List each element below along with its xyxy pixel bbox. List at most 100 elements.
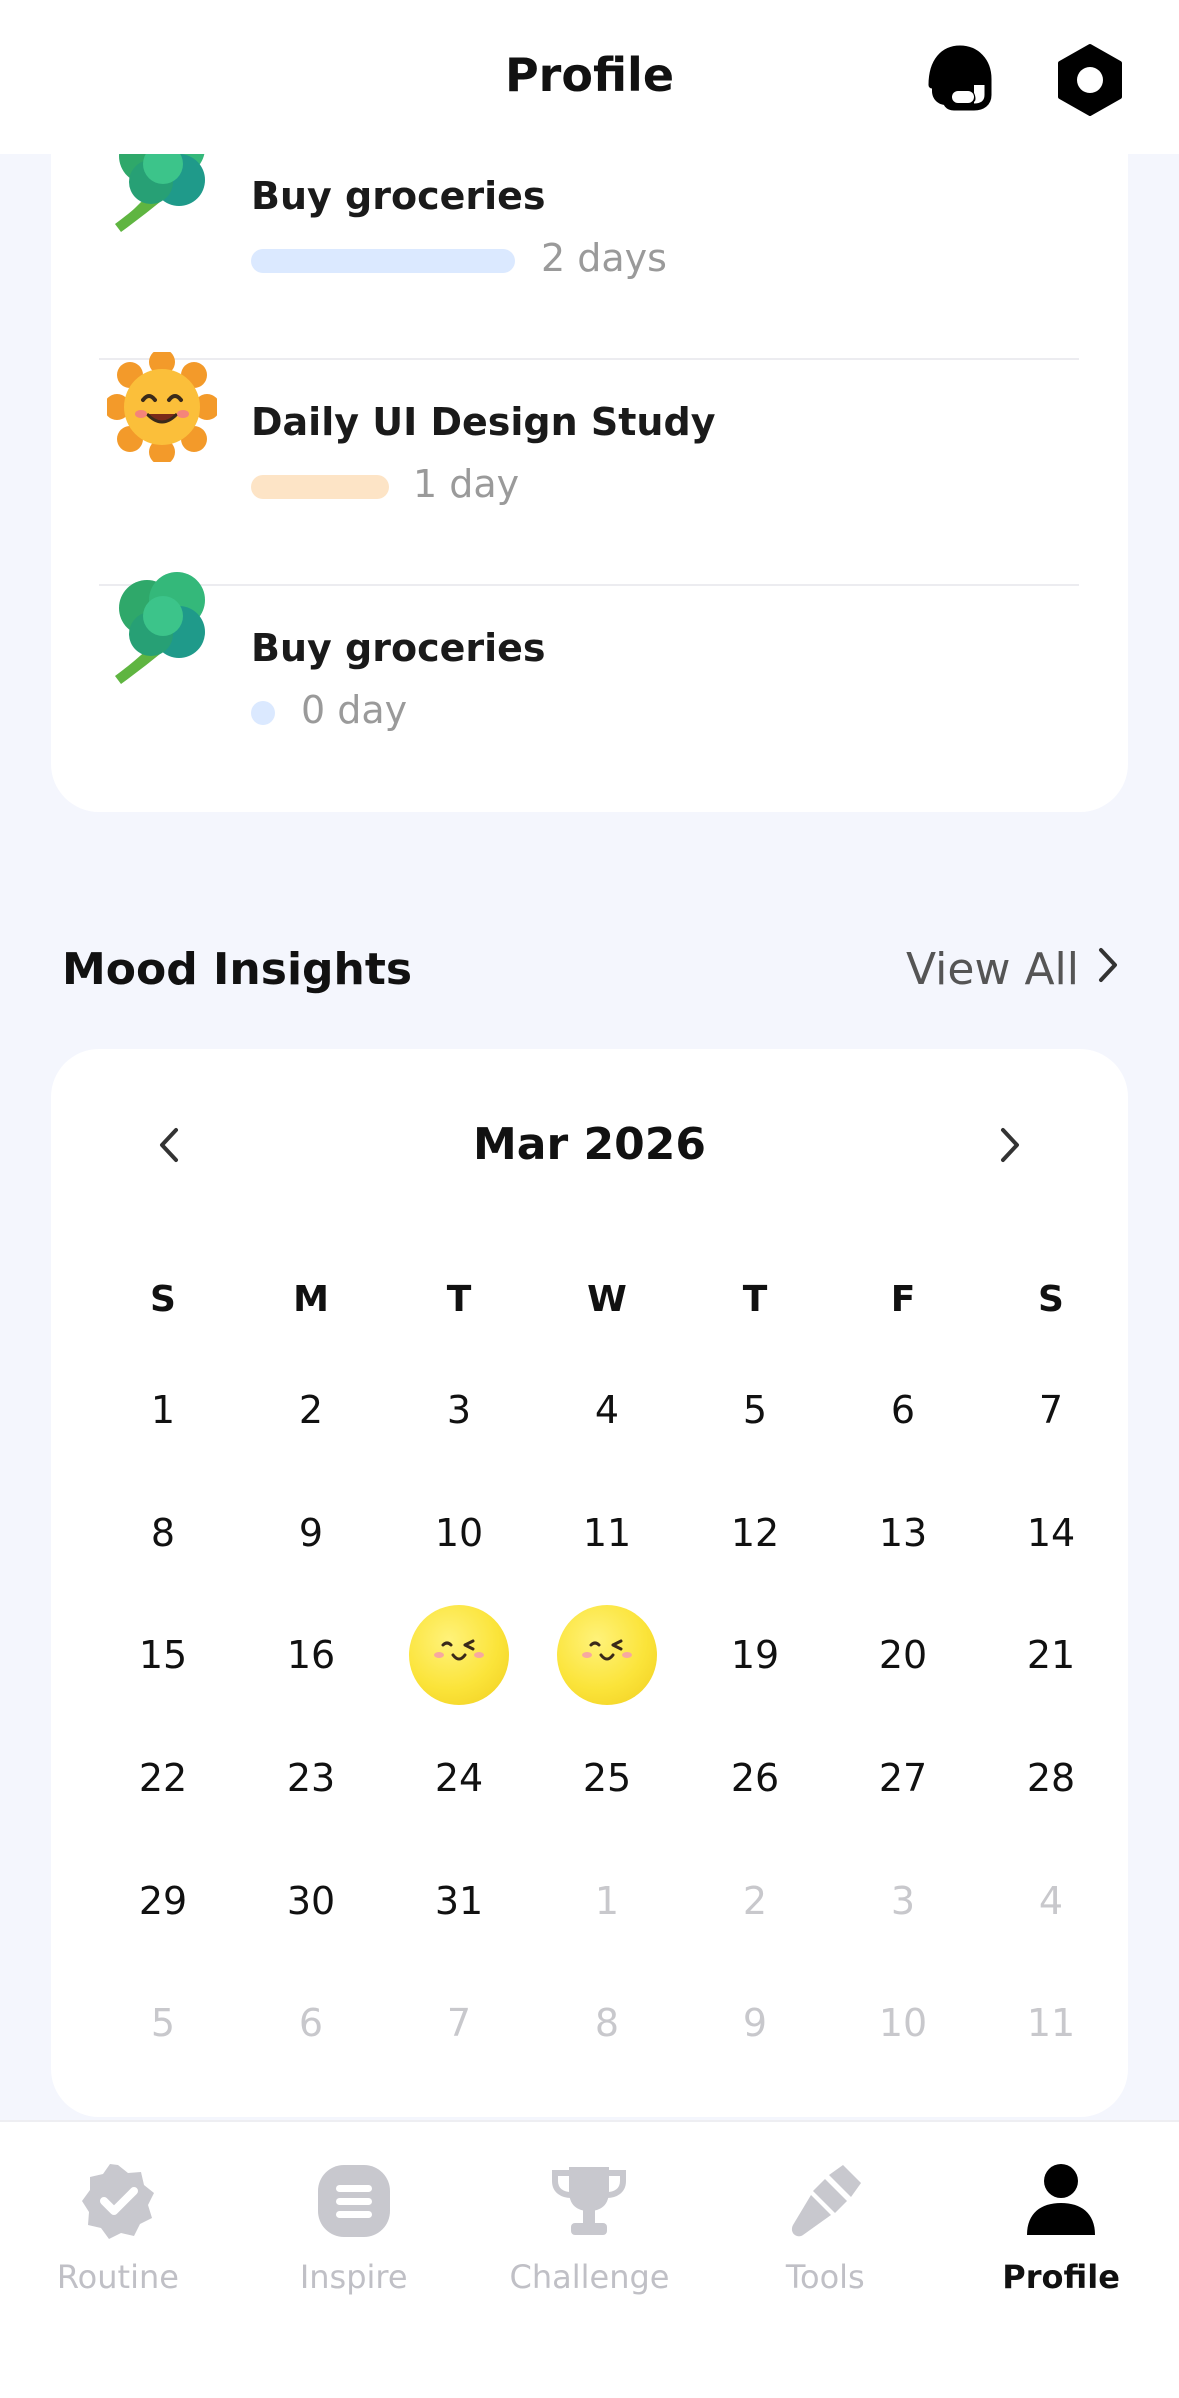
calendar-day-number: 21 <box>1026 1633 1076 1678</box>
page-title: Profile <box>504 48 675 102</box>
calendar-day[interactable]: 25 <box>533 1717 681 1839</box>
calendar-day-other-month[interactable]: 1 <box>533 1840 681 1962</box>
calendar-day[interactable]: 22 <box>89 1717 237 1839</box>
calendar-day[interactable]: 21 <box>977 1594 1125 1716</box>
calendar-day[interactable]: 3 <box>385 1349 533 1471</box>
tab-profile[interactable]: Profile <box>943 2122 1179 2398</box>
person-icon <box>1016 2156 1106 2246</box>
calendar-day[interactable]: 19 <box>681 1594 829 1716</box>
calendar-day[interactable]: 12 <box>681 1472 829 1594</box>
calendar-day[interactable]: 27 <box>829 1717 977 1839</box>
calendar-day[interactable]: 10 <box>385 1472 533 1594</box>
calendar-day[interactable]: 23 <box>237 1717 385 1839</box>
calendar-day-number: 31 <box>434 1878 484 1923</box>
list-bubble-icon <box>309 2156 399 2246</box>
calendar-day-number: 11 <box>582 1510 632 1555</box>
weekday-label: T <box>446 1278 472 1320</box>
chevron-right-icon <box>1001 1128 1019 1162</box>
calendar-day-number: 23 <box>286 1756 336 1801</box>
badge-check-icon <box>73 2156 163 2246</box>
task-progress-bar <box>251 475 389 499</box>
task-days: 1 day <box>413 462 520 506</box>
task-days: 0 day <box>301 688 408 732</box>
calendar-grid: S M T W T F S 1 2 3 4 5 6 7 8 9 10 11 12 13 14 15 16 19 2… <box>89 1249 1125 2085</box>
calendar-week-row: 1 2 3 4 5 6 7 <box>89 1349 1125 1472</box>
tab-tools[interactable]: Tools <box>707 2122 943 2398</box>
tab-label: Inspire <box>299 2258 408 2296</box>
calendar-day-other-month[interactable]: 8 <box>533 1962 681 2084</box>
task-days: 2 days <box>541 236 667 280</box>
calendar-day[interactable]: 5 <box>681 1349 829 1471</box>
smiling-sun-icon <box>104 349 220 465</box>
calendar-day-mood[interactable] <box>385 1594 533 1716</box>
calendar-day-number: 24 <box>434 1756 484 1801</box>
calendar-week-row: 22 23 24 25 26 27 28 <box>89 1717 1125 1840</box>
calendar-day-other-month[interactable]: 4 <box>977 1840 1125 1962</box>
weekday-label: S <box>1038 1278 1064 1320</box>
calendar-day-number: 11 <box>1026 2001 1076 2046</box>
calendar-day[interactable]: 1 <box>89 1349 237 1471</box>
calendar-day[interactable]: 16 <box>237 1594 385 1716</box>
tasks-card: Buy groceries 2 days Daily UI Design Stu… <box>51 100 1128 812</box>
calendar-day-number: 8 <box>594 2001 620 2046</box>
calendar-day-number: 1 <box>150 1388 176 1433</box>
calendar-day-other-month[interactable]: 3 <box>829 1840 977 1962</box>
calendar-day[interactable]: 8 <box>89 1472 237 1594</box>
task-progress-bar <box>251 701 275 725</box>
next-month-button[interactable] <box>980 1115 1040 1175</box>
tab-challenge[interactable]: Challenge <box>472 2122 708 2398</box>
calendar-day-other-month[interactable]: 9 <box>681 1962 829 2084</box>
settings-icon[interactable] <box>1052 38 1128 122</box>
calendar-day[interactable]: 28 <box>977 1717 1125 1839</box>
calendar-day-other-month[interactable]: 5 <box>89 1962 237 2084</box>
chevron-right-icon <box>1097 944 1119 995</box>
view-all-link[interactable]: View All <box>906 944 1119 995</box>
headset-icon[interactable] <box>922 38 998 122</box>
calendar-day[interactable]: 11 <box>533 1472 681 1594</box>
calendar-day-other-month[interactable]: 7 <box>385 1962 533 2084</box>
weekday-label: S <box>150 1278 176 1320</box>
calendar-day-number: 4 <box>1038 1878 1064 1923</box>
calendar-day[interactable]: 9 <box>237 1472 385 1594</box>
calendar-day-other-month[interactable]: 10 <box>829 1962 977 2084</box>
calendar-day[interactable]: 31 <box>385 1840 533 1962</box>
calendar-day[interactable]: 29 <box>89 1840 237 1962</box>
calendar-day-number: 28 <box>1026 1756 1076 1801</box>
calendar-day[interactable]: 2 <box>237 1349 385 1471</box>
calendar-day[interactable]: 20 <box>829 1594 977 1716</box>
calendar-week-row: 8 9 10 11 12 13 14 <box>89 1472 1125 1595</box>
calendar-day-mood[interactable] <box>533 1594 681 1716</box>
calendar-day[interactable]: 30 <box>237 1840 385 1962</box>
weekday-header-row: S M T W T F S <box>89 1249 1125 1349</box>
calendar-day[interactable]: 6 <box>829 1349 977 1471</box>
calendar-day[interactable]: 13 <box>829 1472 977 1594</box>
calendar-day[interactable]: 14 <box>977 1472 1125 1594</box>
calendar-day-number: 22 <box>138 1756 188 1801</box>
task-item[interactable]: Daily UI Design Study 1 day <box>51 302 1128 528</box>
tab-routine[interactable]: Routine <box>0 2122 236 2398</box>
header: Profile <box>0 0 1179 154</box>
calendar-day-other-month[interactable]: 6 <box>237 1962 385 2084</box>
calendar-day-other-month[interactable]: 11 <box>977 1962 1125 2084</box>
calendar-day-number: 8 <box>150 1510 176 1555</box>
calendar-day-number: 6 <box>298 2001 324 2046</box>
task-progress-bar <box>251 249 515 273</box>
calendar-day-number: 20 <box>878 1633 928 1678</box>
calendar-day[interactable]: 4 <box>533 1349 681 1471</box>
calendar-day-number: 16 <box>286 1633 336 1678</box>
view-all-label: View All <box>906 944 1079 995</box>
calendar-day[interactable]: 15 <box>89 1594 237 1716</box>
tab-inspire[interactable]: Inspire <box>236 2122 472 2398</box>
task-name: Buy groceries <box>251 626 546 670</box>
task-item[interactable]: Buy groceries 0 day <box>51 528 1128 754</box>
calendar-day[interactable]: 26 <box>681 1717 829 1839</box>
calendar-day[interactable]: 24 <box>385 1717 533 1839</box>
task-name: Daily UI Design Study <box>251 400 716 444</box>
calendar-day-number: 12 <box>730 1510 780 1555</box>
calendar-day-number: 30 <box>286 1878 336 1923</box>
calendar-day[interactable]: 7 <box>977 1349 1125 1471</box>
calendar-day-number: 3 <box>446 1388 472 1433</box>
calendar-day-number: 2 <box>298 1388 324 1433</box>
task-name: Buy groceries <box>251 174 546 218</box>
calendar-day-other-month[interactable]: 2 <box>681 1840 829 1962</box>
